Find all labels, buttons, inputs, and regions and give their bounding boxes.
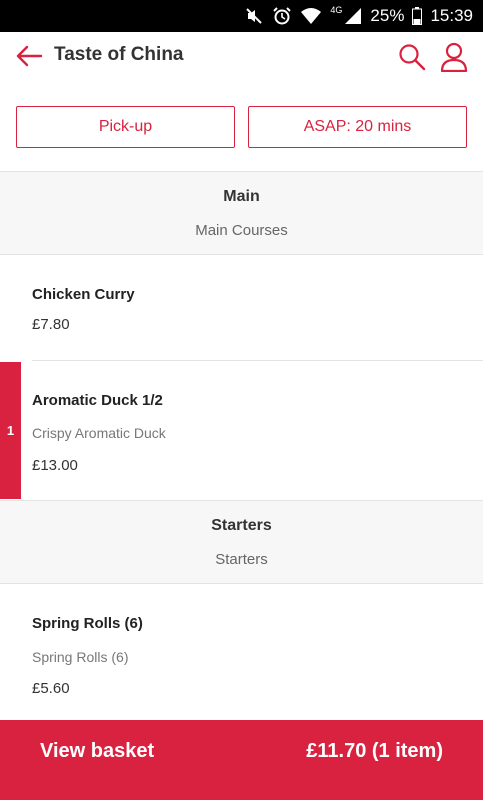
item-name: Spring Rolls (6) bbox=[32, 615, 143, 632]
pickup-button[interactable]: Pick-up bbox=[16, 106, 235, 148]
item-price: £5.60 bbox=[32, 680, 70, 697]
network-type-label: 4G bbox=[330, 5, 343, 15]
section-header-starters: Starters Starters bbox=[0, 500, 483, 584]
search-button[interactable] bbox=[398, 43, 426, 71]
account-button[interactable] bbox=[440, 42, 468, 73]
item-description: Spring Rolls (6) bbox=[32, 649, 129, 665]
view-basket-button[interactable]: View basket £11.70 (1 item) bbox=[0, 720, 483, 800]
basket-total: £11.70 (1 item) bbox=[306, 740, 443, 762]
menu-item-chicken-curry[interactable]: Chicken Curry £7.80 bbox=[0, 256, 483, 360]
wifi-icon bbox=[301, 8, 322, 24]
signal-icon bbox=[345, 8, 362, 24]
section-header-main: Main Main Courses bbox=[0, 171, 483, 255]
user-icon bbox=[440, 42, 468, 73]
item-price: £13.00 bbox=[32, 457, 78, 474]
section-title: Starters bbox=[211, 517, 272, 534]
mute-icon bbox=[246, 8, 263, 24]
back-button[interactable] bbox=[14, 42, 44, 70]
menu-item-aromatic-duck[interactable]: Aromatic Duck 1/2 Crispy Aromatic Duck £… bbox=[0, 361, 483, 499]
battery-percentage: 25% bbox=[370, 6, 405, 25]
alarm-icon bbox=[273, 7, 292, 25]
menu-item-spring-rolls[interactable]: Spring Rolls (6) Spring Rolls (6) £5.60 bbox=[0, 585, 483, 720]
item-name: Aromatic Duck 1/2 bbox=[32, 392, 163, 409]
clock: 15:39 bbox=[430, 6, 473, 25]
item-price: £7.80 bbox=[32, 316, 70, 333]
delivery-time-button[interactable]: ASAP: 20 mins bbox=[248, 106, 467, 148]
battery-icon bbox=[412, 7, 423, 25]
section-subtitle: Starters bbox=[215, 551, 268, 568]
basket-quantity-badge: 1 bbox=[0, 362, 21, 499]
top-app-bar: Taste of China bbox=[0, 32, 483, 82]
page-title: Taste of China bbox=[54, 44, 184, 65]
search-icon bbox=[399, 44, 426, 71]
arrow-left-icon bbox=[16, 45, 43, 67]
status-bar: 4G 25% 15:39 bbox=[0, 0, 483, 32]
section-title: Main bbox=[223, 188, 260, 205]
section-subtitle: Main Courses bbox=[195, 222, 288, 239]
basket-label: View basket bbox=[40, 740, 155, 762]
item-description: Crispy Aromatic Duck bbox=[32, 425, 166, 441]
item-name: Chicken Curry bbox=[32, 286, 135, 303]
